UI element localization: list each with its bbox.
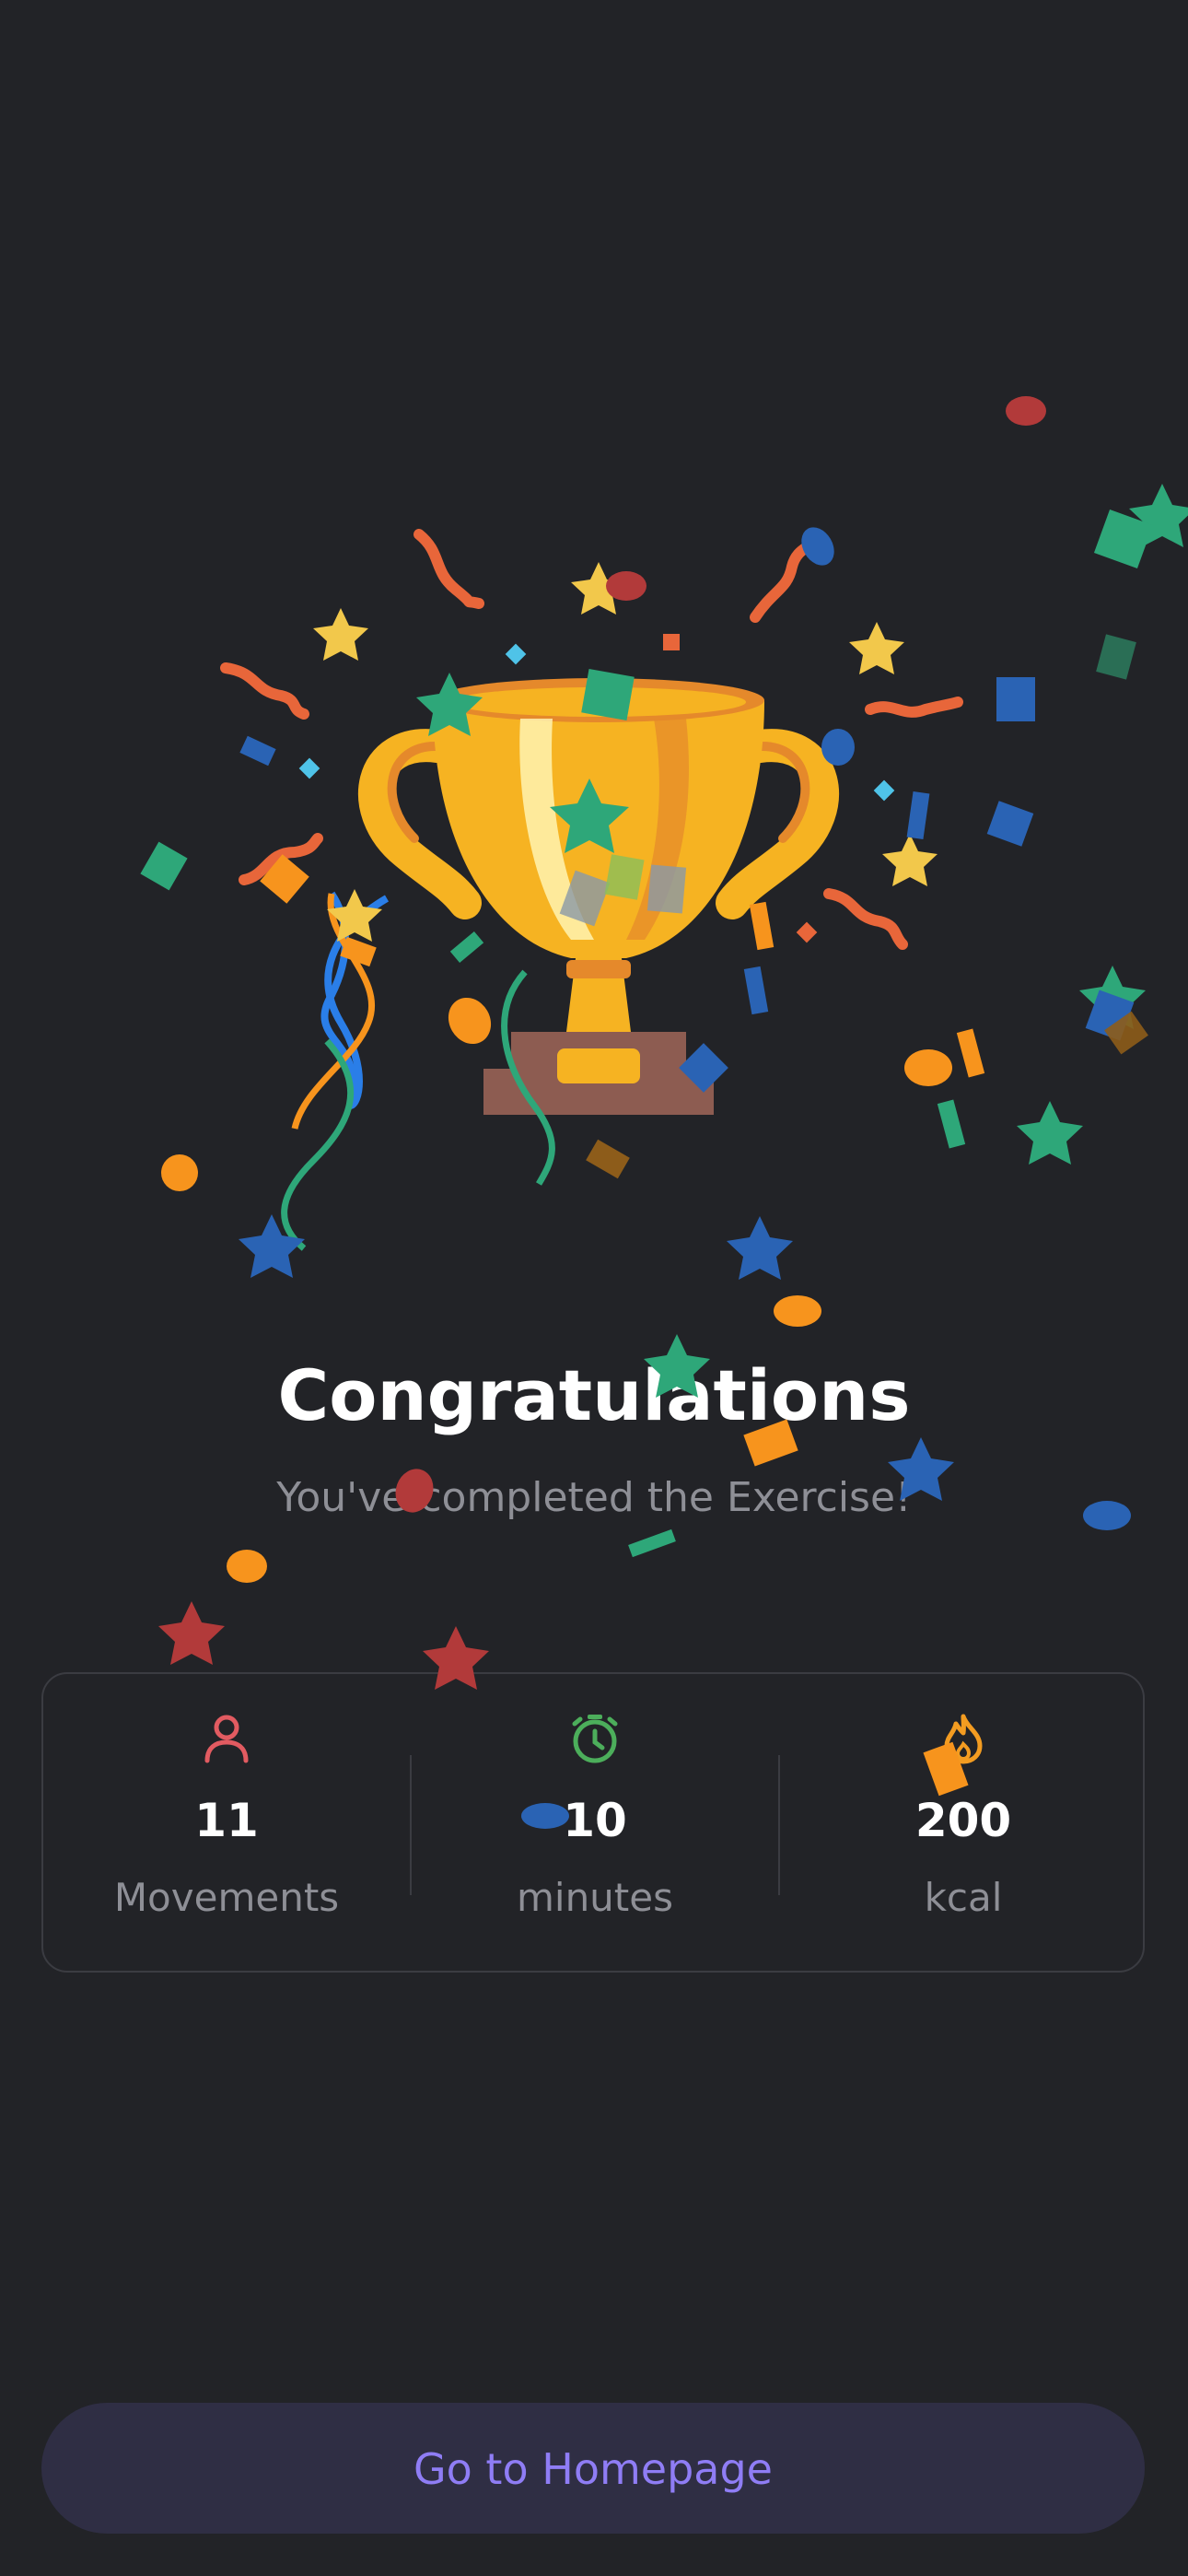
star-icon [158, 1601, 225, 1665]
stat-label: kcal [924, 1875, 1003, 1920]
page-subtitle: You've completed the Exercise! [276, 1474, 912, 1521]
page-title: Congratulations [277, 1354, 911, 1436]
stat-value: 10 [563, 1794, 627, 1847]
confetti-ribbons [220, 529, 963, 1251]
trophy-icon [358, 678, 839, 1115]
star-icon [727, 1216, 793, 1280]
confetti [140, 396, 1188, 1829]
stat-value: 200 [914, 1794, 1012, 1847]
person-icon [204, 1715, 249, 1763]
flame-icon [944, 1714, 983, 1764]
star-icon [1017, 1101, 1083, 1165]
star-icon [882, 834, 938, 886]
star-icon [239, 1214, 305, 1278]
stat-label: minutes [516, 1875, 673, 1920]
star-icon [849, 622, 904, 674]
stat-minutes: 10 minutes [412, 1674, 778, 1971]
stopwatch-icon [572, 1715, 618, 1763]
star-icon [313, 608, 368, 661]
go-to-homepage-button[interactable]: Go to Homepage [41, 2403, 1145, 2534]
stat-kcal: 200 kcal [780, 1674, 1147, 1971]
star-icon [1079, 966, 1146, 1029]
stats-card: 11 Movements 10 minutes 200 kcal [41, 1672, 1145, 1973]
stat-label: Movements [113, 1875, 340, 1920]
stat-value: 11 [194, 1794, 259, 1847]
stat-movements: 11 Movements [43, 1674, 410, 1971]
star-icon [1129, 484, 1188, 547]
star-icon [571, 562, 626, 615]
